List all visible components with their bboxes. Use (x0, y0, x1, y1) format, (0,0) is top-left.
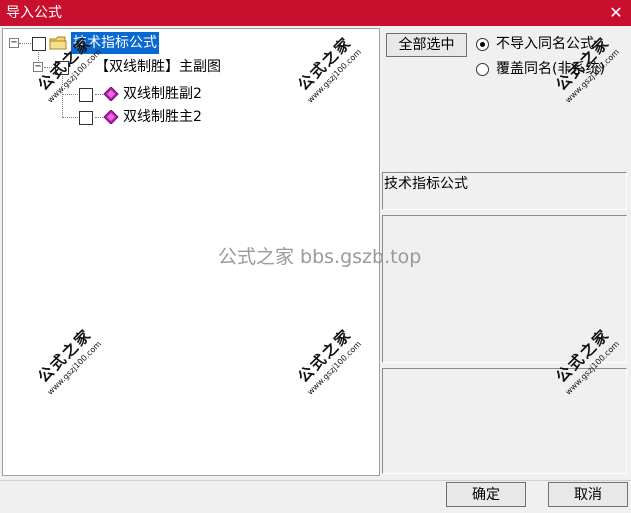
title-bar: 导入公式 ✕ (0, 0, 631, 26)
formula-type-text: 技术指标公式 (384, 176, 468, 192)
skip-duplicate-radio[interactable] (476, 38, 489, 51)
window-title: 导入公式 (6, 5, 62, 21)
select-all-button[interactable]: 全部选中 (386, 33, 467, 57)
collapse-icon[interactable]: − (9, 38, 19, 48)
item-checkbox[interactable] (79, 111, 93, 125)
tree-node-label: 双线制胜主2 (123, 109, 202, 125)
close-icon[interactable]: ✕ (605, 2, 627, 24)
tree-node-item[interactable]: 双线制胜主2 (3, 106, 243, 128)
center-watermark: 公式之家 bbs.gszb.top (218, 246, 422, 268)
root-checkbox[interactable] (32, 37, 46, 51)
tree-node-label: 双线制胜副2 (123, 86, 202, 102)
overwrite-duplicate-radio[interactable] (476, 63, 489, 76)
ok-button[interactable]: 确定 (446, 482, 526, 507)
formula-icon (103, 87, 119, 101)
formula-icon (103, 110, 119, 124)
footer-divider (0, 480, 631, 481)
cancel-button[interactable]: 取消 (548, 482, 628, 507)
